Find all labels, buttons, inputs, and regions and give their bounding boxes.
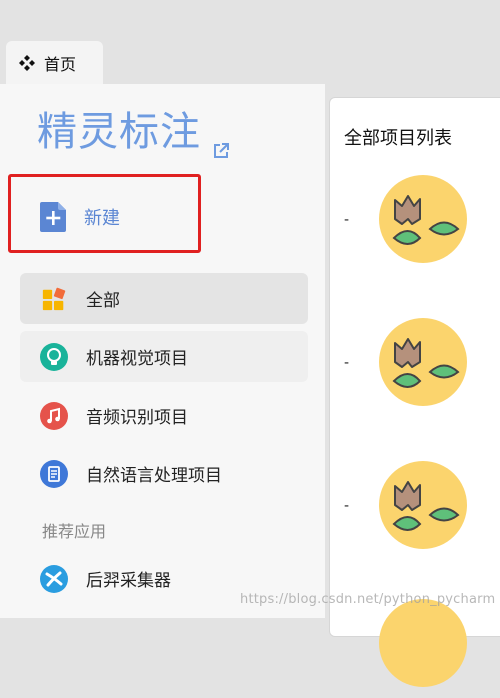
sidebar-item-nlp[interactable]: 自然语言处理项目 bbox=[20, 448, 308, 499]
project-plant-icon bbox=[378, 598, 468, 688]
external-link-icon[interactable] bbox=[212, 142, 230, 160]
sidebar-item-label: 全部 bbox=[86, 291, 120, 311]
project-list-panel: 全部项目列表 - - - bbox=[329, 97, 500, 687]
sidebar-item-label: 自然语言处理项目 bbox=[86, 466, 222, 486]
sidebar-item-label: 音频识别项目 bbox=[86, 408, 188, 428]
project-name: - bbox=[344, 355, 350, 371]
sidebar-item-all[interactable]: 全部 bbox=[20, 273, 308, 324]
project-item[interactable]: - bbox=[330, 317, 500, 417]
project-plant-icon bbox=[378, 460, 468, 550]
tab-home[interactable]: 首页 bbox=[6, 41, 103, 84]
sidebar-item-audio[interactable]: 音频识别项目 bbox=[20, 390, 308, 441]
tab-bar: 首页 bbox=[0, 0, 500, 84]
project-name: - bbox=[344, 212, 350, 228]
diamond-cluster-icon bbox=[18, 54, 36, 72]
app-title: 精灵标注 bbox=[37, 109, 201, 155]
watermark-text: https://blog.csdn.net/python_pycharm bbox=[240, 592, 496, 607]
sidebar-item-label: 后羿采集器 bbox=[86, 571, 171, 591]
tab-home-label: 首页 bbox=[44, 54, 77, 74]
project-list-title: 全部项目列表 bbox=[344, 128, 452, 149]
houyi-logo-icon bbox=[40, 564, 68, 593]
document-icon bbox=[40, 459, 68, 488]
sidebar-item-label: 机器视觉项目 bbox=[86, 349, 188, 369]
music-note-icon bbox=[40, 401, 68, 430]
project-item[interactable] bbox=[330, 598, 500, 698]
project-item[interactable]: - bbox=[330, 460, 500, 560]
new-project-button[interactable]: 新建 bbox=[40, 202, 120, 232]
project-plant-icon bbox=[378, 317, 468, 407]
grid-blocks-icon bbox=[40, 285, 68, 313]
sidebar: 精灵标注 新建 全部 机器视觉项目 音频识别项目 自然语言处理项目 推荐应用 后… bbox=[0, 84, 325, 618]
project-plant-icon bbox=[378, 174, 468, 264]
recommended-apps-heading: 推荐应用 bbox=[42, 522, 107, 541]
sidebar-item-vision[interactable]: 机器视觉项目 bbox=[20, 331, 308, 382]
lightbulb-icon bbox=[40, 342, 68, 371]
project-name: - bbox=[344, 498, 350, 514]
new-document-icon bbox=[40, 202, 66, 232]
new-project-label: 新建 bbox=[84, 208, 120, 229]
project-item[interactable]: - bbox=[330, 174, 500, 274]
